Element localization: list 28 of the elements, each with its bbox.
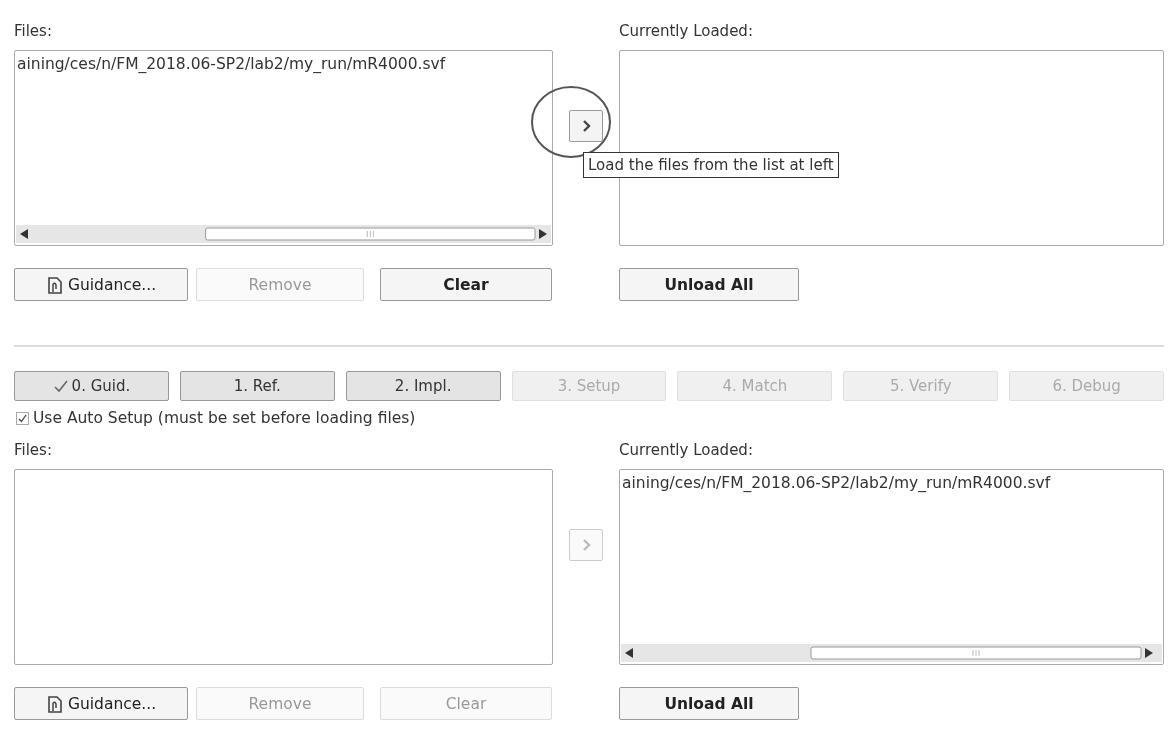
checkbox[interactable] xyxy=(16,411,29,425)
unload-all-button[interactable]: Unload All xyxy=(619,268,799,301)
file-path[interactable]: aining/ces/n/FM_2018.06-SP2/lab2/my_run/mR4000.svf xyxy=(622,474,1161,492)
guidance-button[interactable]: Guidance... xyxy=(14,687,188,720)
files-label: Files: xyxy=(14,22,52,40)
unload-all-button[interactable]: Unload All xyxy=(619,687,799,720)
chevron-icon xyxy=(580,119,592,133)
loaded-label: Currently Loaded: xyxy=(619,441,753,459)
chevron-icon xyxy=(580,538,592,552)
tooltip: Load the files from the list at left xyxy=(583,152,839,178)
document-icon xyxy=(45,274,64,295)
guidance-button[interactable]: Guidance... xyxy=(14,268,188,301)
file-list[interactable]: aining/ces/n/FM_2018.06-SP2/lab2/my_run/mR4000.svf xyxy=(14,50,553,246)
file-list[interactable]: aining/ces/n/FM_2018.06-SP2/lab2/my_run/mR4000.svf xyxy=(619,469,1164,665)
file-list[interactable] xyxy=(14,469,553,665)
step-tab[interactable]: 1. Ref. xyxy=(179,371,335,401)
step-tab[interactable]: 2. Impl. xyxy=(345,371,501,401)
action-button[interactable]: Clear xyxy=(380,268,552,301)
files-label: Files: xyxy=(14,441,52,459)
loaded-label: Currently Loaded: xyxy=(619,22,753,40)
document-icon xyxy=(45,693,64,714)
step-tab[interactable]: 0. Guid. xyxy=(14,371,169,401)
file-path[interactable]: aining/ces/n/FM_2018.06-SP2/lab2/my_run/mR4000.svf xyxy=(17,55,550,73)
horizontal-scrollbar[interactable] xyxy=(16,225,551,243)
check-icon xyxy=(52,379,69,393)
checkbox-label: Use Auto Setup (must be set before loading files) xyxy=(33,409,416,427)
load-button[interactable] xyxy=(569,110,603,142)
horizontal-scrollbar[interactable] xyxy=(621,644,1162,662)
